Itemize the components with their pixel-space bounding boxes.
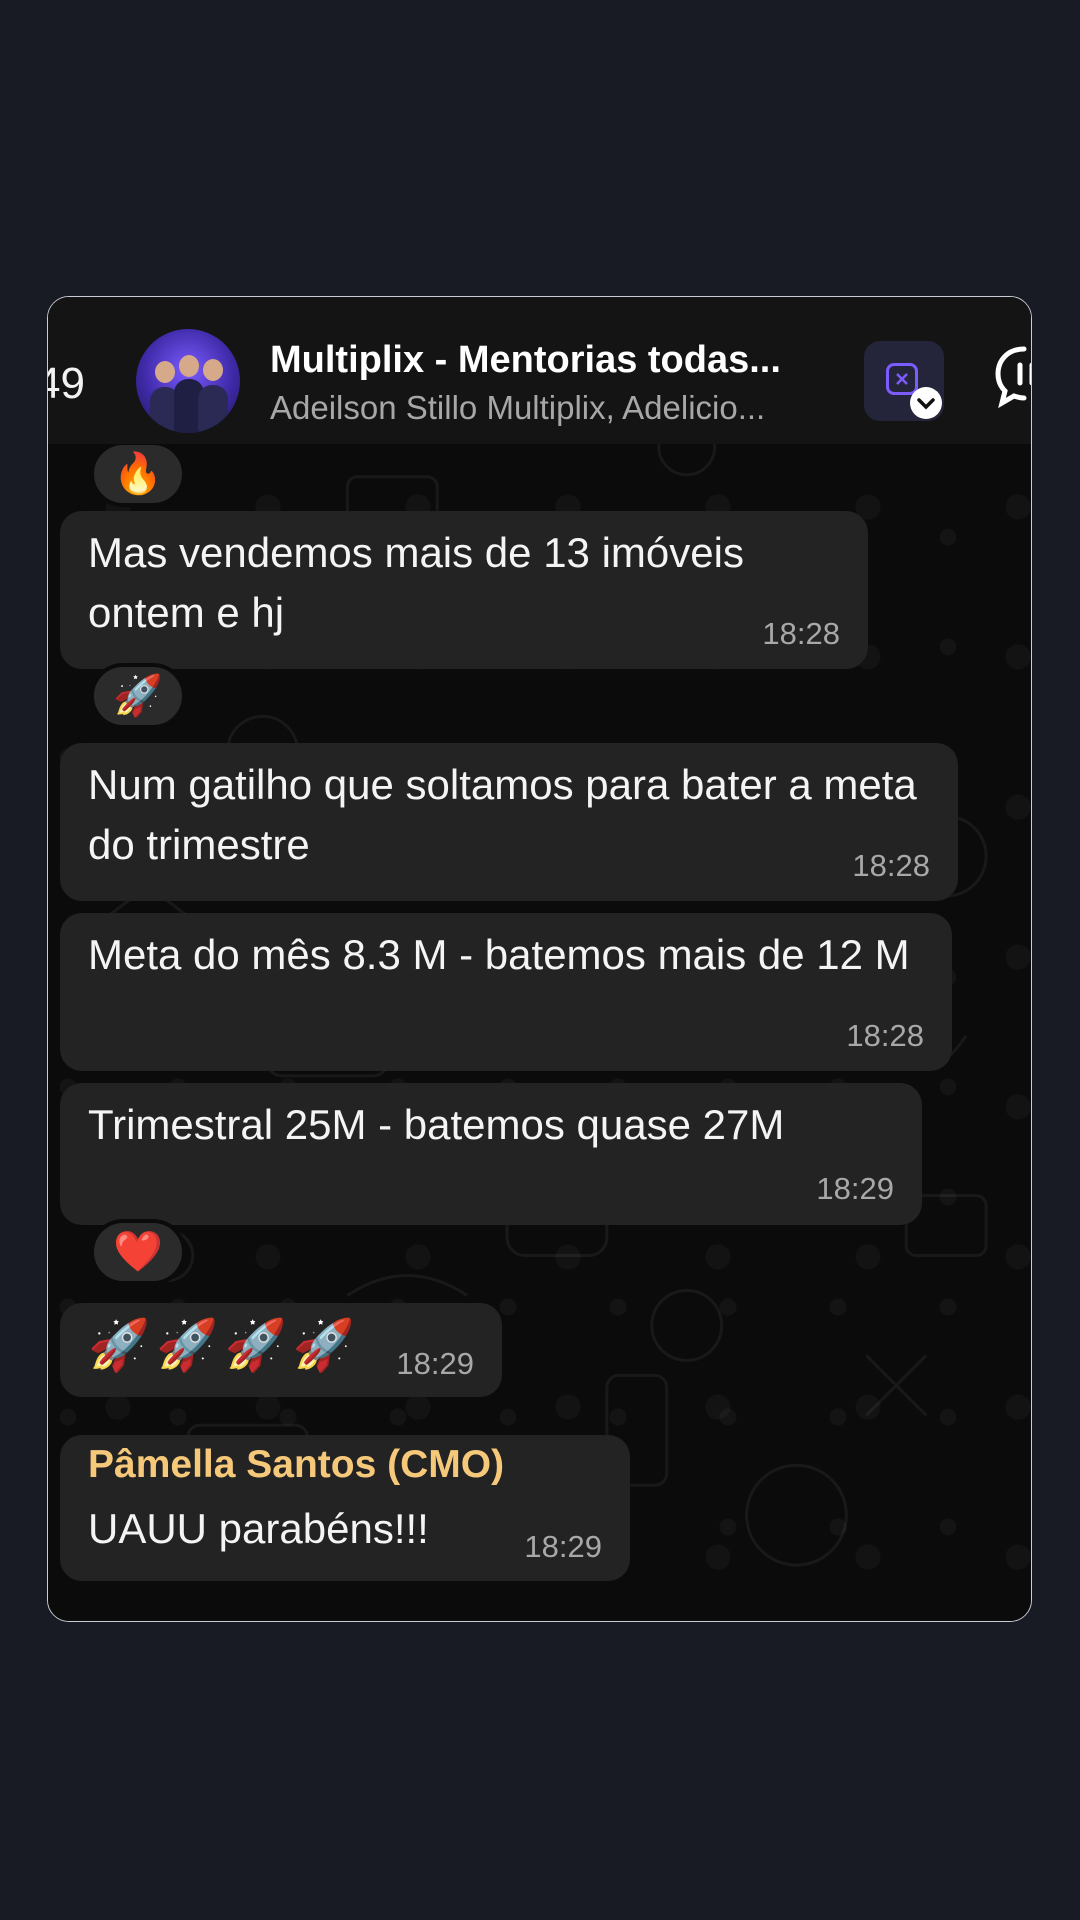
message-text: Num gatilho que soltamos para bater a me… xyxy=(88,761,917,868)
chevron-down-icon xyxy=(910,387,942,419)
message-time: 18:29 xyxy=(816,1171,894,1206)
message-time: 18:28 xyxy=(762,616,840,651)
message-time: 18:28 xyxy=(846,1018,924,1053)
message-time: 18:28 xyxy=(852,848,930,883)
reaction-rocket[interactable]: 🚀 xyxy=(90,663,186,729)
message-text: 🚀🚀🚀🚀 xyxy=(88,1317,362,1373)
reaction-fire[interactable]: 🔥 xyxy=(90,441,186,507)
message-text: Meta do mês 8.3 M - batemos mais de 12 M xyxy=(88,931,910,978)
message-bubble[interactable]: Mas vendemos mais de 13 imóveis ontem e … xyxy=(60,511,868,669)
chat-window: 49 Multiplix - Mentorias todas... Adeils… xyxy=(47,296,1032,1622)
message-time: 18:29 xyxy=(524,1529,602,1564)
message-text: Mas vendemos mais de 13 imóveis ontem e … xyxy=(88,529,744,636)
message-bubble[interactable]: 🚀🚀🚀🚀 18:29 xyxy=(60,1303,502,1397)
message-bubble[interactable]: Num gatilho que soltamos para bater a me… xyxy=(60,743,958,901)
message-bubble[interactable]: Trimestral 25M - batemos quase 27M 18:29 xyxy=(60,1083,922,1225)
group-avatar[interactable] xyxy=(136,329,240,433)
call-icon[interactable] xyxy=(992,345,1031,414)
reaction-heart[interactable]: ❤️ xyxy=(90,1219,186,1285)
extension-button[interactable] xyxy=(864,341,944,421)
message-sender[interactable]: Pâmella Santos (CMO) xyxy=(88,1443,504,1487)
chat-title[interactable]: Multiplix - Mentorias todas... xyxy=(270,339,781,382)
message-bubble[interactable]: Meta do mês 8.3 M - batemos mais de 12 M… xyxy=(60,913,952,1071)
chat-header: 49 Multiplix - Mentorias todas... Adeils… xyxy=(48,297,1031,444)
back-unread-count[interactable]: 49 xyxy=(48,359,85,409)
message-text: UAUU parabéns!!! xyxy=(88,1505,429,1552)
message-text: Trimestral 25M - batemos quase 27M xyxy=(88,1101,785,1148)
message-bubble[interactable]: Pâmella Santos (CMO) UAUU parabéns!!! 18… xyxy=(60,1435,630,1581)
chat-participants[interactable]: Adeilson Stillo Multiplix, Adelicio... xyxy=(270,389,765,427)
message-time: 18:29 xyxy=(396,1346,474,1381)
